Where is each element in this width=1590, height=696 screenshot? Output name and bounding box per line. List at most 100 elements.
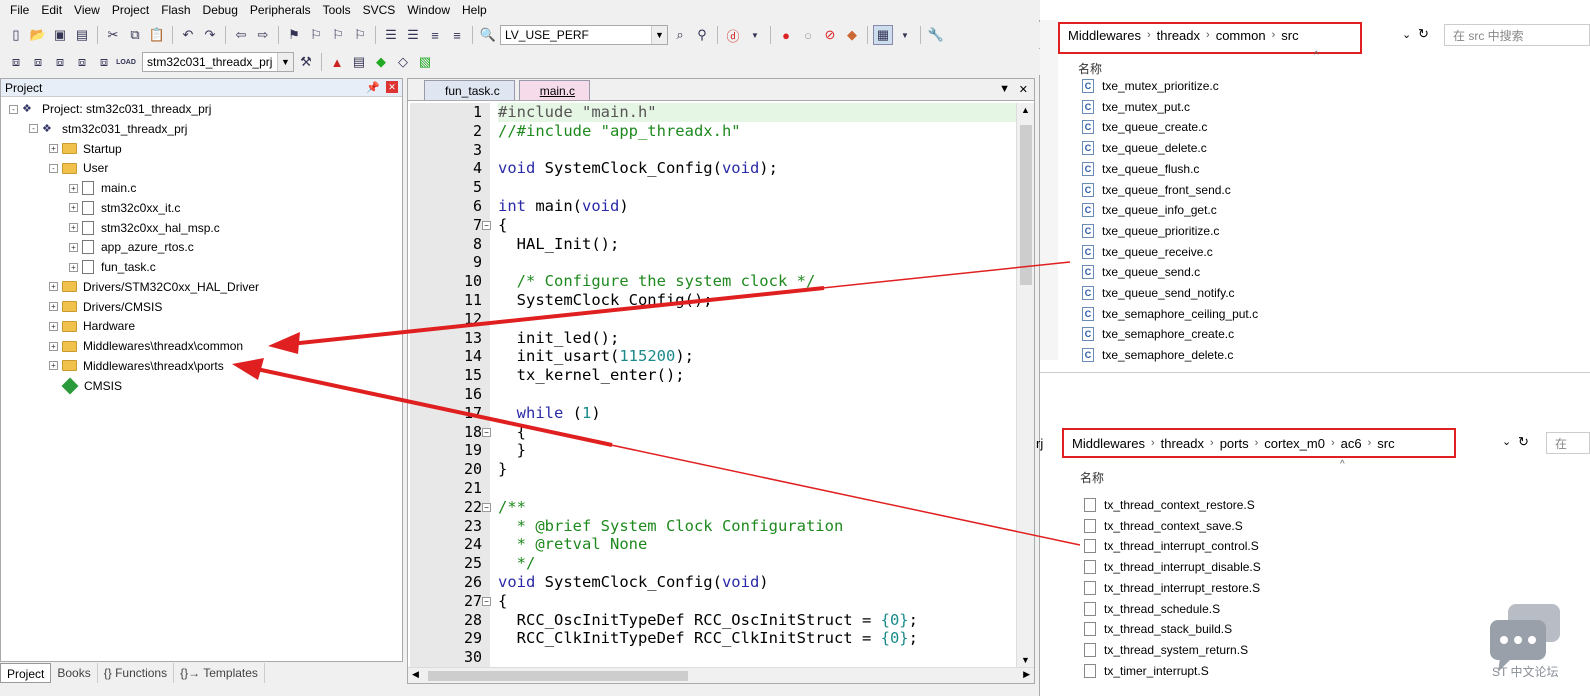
rebuild-icon[interactable]: ⧈ bbox=[50, 52, 70, 72]
tree-item[interactable]: + app_azure_rtos.c bbox=[69, 237, 194, 257]
refresh-icon[interactable]: ↻ bbox=[1518, 434, 1529, 450]
stop-build-icon[interactable]: ⧈ bbox=[94, 52, 114, 72]
expand-toggle-icon[interactable]: + bbox=[69, 203, 78, 213]
incremental-find-icon[interactable]: ⚲ bbox=[692, 25, 712, 45]
translate-icon[interactable]: ⧈ bbox=[6, 52, 26, 72]
file-list-item[interactable]: tx_thread_interrupt_restore.S bbox=[1084, 578, 1260, 598]
file-list-item[interactable]: Ctxe_mutex_prioritize.c bbox=[1082, 76, 1219, 96]
vertical-scroll-thumb[interactable] bbox=[1020, 125, 1032, 285]
tree-item[interactable]: + stm32c0xx_hal_msp.c bbox=[69, 218, 220, 238]
expand-toggle-icon[interactable]: - bbox=[49, 163, 58, 173]
file-list-item[interactable]: Ctxe_queue_info_get.c bbox=[1082, 200, 1217, 220]
save-icon[interactable]: ▣ bbox=[50, 25, 70, 45]
target-options-icon[interactable]: ⚒ bbox=[296, 52, 316, 72]
bookmark-clear-icon[interactable]: ⚐ bbox=[350, 25, 370, 45]
unindent-icon[interactable]: ☰ bbox=[403, 25, 423, 45]
expand-toggle-icon[interactable]: + bbox=[49, 302, 58, 311]
scroll-down-icon[interactable]: ▼ bbox=[1021, 655, 1030, 665]
comment-icon[interactable]: ≡ bbox=[425, 25, 445, 45]
paste-icon[interactable]: 📋 bbox=[147, 25, 167, 45]
tree-item[interactable]: - ❖ stm32c031_threadx_prj bbox=[29, 119, 187, 139]
bottom-tab[interactable]: {}→ Templates bbox=[174, 663, 265, 683]
bookmark-icon[interactable]: ⚑ bbox=[284, 25, 304, 45]
breakpoint-icon[interactable]: ● bbox=[776, 25, 796, 45]
tab-list-icon[interactable]: ▼ bbox=[999, 83, 1010, 95]
expand-toggle-icon[interactable]: - bbox=[9, 104, 18, 114]
menu-view[interactable]: View bbox=[68, 0, 106, 20]
code-area[interactable]: #include "main.h"//#include "app_threadx… bbox=[492, 103, 1016, 667]
tree-item[interactable]: + Middlewares\threadx\ports bbox=[49, 356, 224, 376]
tree-item[interactable]: + Middlewares\threadx\common bbox=[49, 336, 243, 356]
file-list-item[interactable]: tx_thread_interrupt_control.S bbox=[1084, 536, 1259, 556]
expand-toggle-icon[interactable]: + bbox=[69, 242, 78, 252]
expand-toggle-icon[interactable]: + bbox=[69, 223, 78, 232]
scroll-up-icon[interactable]: ▲ bbox=[1021, 105, 1030, 115]
chevron-down-icon[interactable]: ▼ bbox=[651, 26, 667, 44]
download-icon[interactable]: LOAD bbox=[116, 52, 136, 72]
expand-toggle-icon[interactable]: + bbox=[49, 361, 58, 371]
uncomment-icon[interactable]: ≡ bbox=[447, 25, 467, 45]
pack-icon[interactable]: ▧ bbox=[415, 52, 435, 72]
file-list-item[interactable]: tx_thread_schedule.S bbox=[1084, 599, 1220, 619]
search-input[interactable]: 在 bbox=[1546, 432, 1590, 454]
build-icon[interactable]: ⧈ bbox=[28, 52, 48, 72]
scroll-right-icon[interactable]: ▶ bbox=[1023, 669, 1030, 680]
file-list-item[interactable]: tx_thread_system_return.S bbox=[1084, 640, 1248, 660]
menu-debug[interactable]: Debug bbox=[197, 0, 244, 20]
menu-edit[interactable]: Edit bbox=[35, 0, 68, 20]
tree-item[interactable]: CMSIS bbox=[49, 376, 122, 396]
file-list-item[interactable]: Ctxe_semaphore_ceiling_put.c bbox=[1082, 304, 1258, 324]
menu-project[interactable]: Project bbox=[106, 0, 155, 20]
fold-toggle-icon[interactable]: − bbox=[482, 427, 491, 437]
breakpoint-options-icon[interactable]: ◆ bbox=[842, 25, 862, 45]
file-list-item[interactable]: tx_thread_context_save.S bbox=[1084, 516, 1243, 536]
find-in-files-icon[interactable]: 🔍 bbox=[478, 25, 498, 45]
file-list-item[interactable]: Ctxe_mutex_put.c bbox=[1082, 97, 1190, 117]
scroll-left-icon[interactable]: ◀ bbox=[412, 669, 419, 680]
tree-item[interactable]: + stm32c0xx_it.c bbox=[69, 198, 180, 218]
bookmark-next-icon[interactable]: ⚐ bbox=[328, 25, 348, 45]
tree-item[interactable]: + Startup bbox=[49, 139, 122, 159]
column-name-header[interactable]: 名称 bbox=[1078, 60, 1102, 77]
file-list-item[interactable]: Ctxe_semaphore_create.c bbox=[1082, 324, 1234, 344]
batch-build-icon[interactable]: ⧈ bbox=[72, 52, 92, 72]
chevron-down-icon[interactable]: ⌄ bbox=[1402, 28, 1411, 41]
close-tab-icon[interactable]: ✕ bbox=[1019, 83, 1028, 96]
debug-start-icon[interactable]: ⓓ bbox=[723, 25, 743, 45]
menu-peripherals[interactable]: Peripherals bbox=[244, 0, 317, 20]
nav-back-icon[interactable]: ⇦ bbox=[231, 25, 251, 45]
menu-svcs[interactable]: SVCS bbox=[357, 0, 402, 20]
fold-toggle-icon[interactable]: − bbox=[482, 220, 491, 230]
target-select[interactable]: stm32c031_threadx_prj ▼ bbox=[142, 52, 294, 72]
file-list-item[interactable]: Ctxe_semaphore_delete.c bbox=[1082, 345, 1233, 365]
pin-icon[interactable]: 📌 bbox=[366, 81, 380, 94]
tab-fun-task[interactable]: fun_task.c bbox=[424, 80, 515, 100]
expand-toggle-icon[interactable]: + bbox=[49, 144, 58, 153]
pack-installer-icon[interactable]: ◇ bbox=[393, 52, 413, 72]
expand-toggle-icon[interactable]: + bbox=[49, 282, 58, 292]
column-name-header[interactable]: 名称 bbox=[1080, 469, 1104, 486]
file-list-item[interactable]: tx_thread_stack_build.S bbox=[1084, 619, 1232, 639]
undo-icon[interactable]: ↶ bbox=[178, 25, 198, 45]
expand-toggle-icon[interactable]: + bbox=[49, 321, 58, 331]
file-list-item[interactable]: Ctxe_queue_send.c bbox=[1082, 262, 1200, 282]
indent-icon[interactable]: ☰ bbox=[381, 25, 401, 45]
chevron-down-icon[interactable]: ▼ bbox=[895, 25, 915, 45]
redo-icon[interactable]: ↷ bbox=[200, 25, 220, 45]
bookmark-prev-icon[interactable]: ⚐ bbox=[306, 25, 326, 45]
bottom-tab[interactable]: Books bbox=[51, 663, 98, 683]
file-list-item[interactable]: tx_thread_interrupt_disable.S bbox=[1084, 557, 1261, 577]
horizontal-scroll-thumb[interactable] bbox=[428, 671, 688, 681]
rte-icon[interactable]: ◆ bbox=[371, 52, 391, 72]
tree-item[interactable]: - User bbox=[49, 158, 108, 178]
cut-icon[interactable]: ✂ bbox=[103, 25, 123, 45]
menu-flash[interactable]: Flash bbox=[155, 0, 196, 20]
horizontal-scrollbar[interactable]: ◀ ▶ bbox=[408, 667, 1034, 683]
chevron-down-icon[interactable]: ▼ bbox=[277, 53, 293, 71]
chevron-down-icon[interactable]: ⌄ bbox=[1502, 435, 1511, 448]
copy-icon[interactable]: ⧉ bbox=[125, 25, 145, 45]
menu-tools[interactable]: Tools bbox=[317, 0, 357, 20]
file-extensions-icon[interactable]: ▤ bbox=[349, 52, 369, 72]
search-input[interactable]: 在 src 中搜索 bbox=[1444, 24, 1590, 46]
tree-item[interactable]: + fun_task.c bbox=[69, 257, 156, 277]
